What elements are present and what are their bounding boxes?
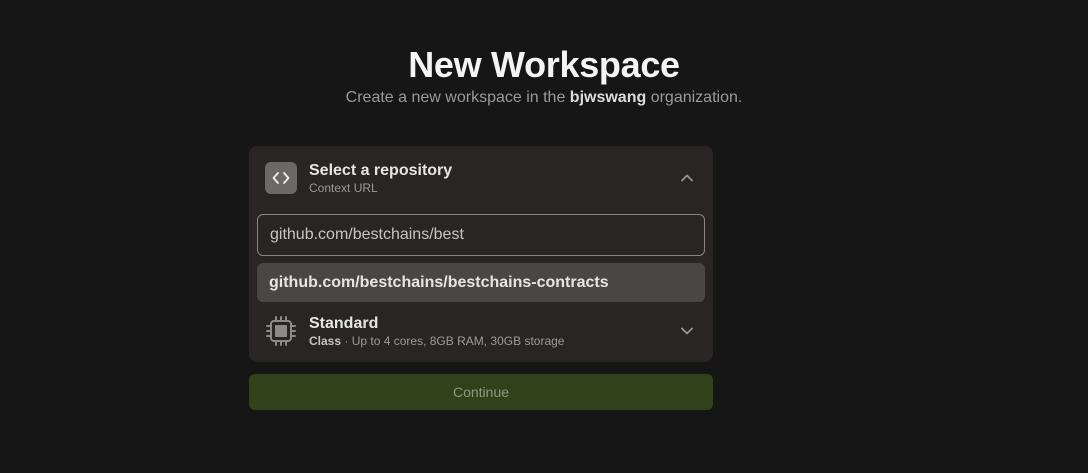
context-url-input[interactable] (257, 214, 705, 256)
repository-suggestion-item[interactable]: github.com/bestchains/bestchains-contrac… (257, 263, 705, 302)
page-title: New Workspace (408, 44, 680, 85)
repository-subtitle: Context URL (309, 180, 378, 195)
subtitle-suffix: organization. (646, 89, 743, 106)
workspace-class-label: Class (309, 333, 342, 348)
chevron-up-icon[interactable] (677, 168, 697, 188)
repository-selector-header[interactable]: Select a repository Context URL (265, 161, 697, 195)
workspace-class-description: Up to 4 cores, 8GB RAM, 30GB storage (351, 333, 565, 348)
workspace-class-text: Standard Class · Up to 4 cores, 8GB RAM,… (309, 314, 677, 349)
repository-text: Select a repository Context URL (309, 161, 677, 196)
organization-name: bjwswang (569, 89, 647, 106)
continue-button[interactable]: Continue (249, 374, 713, 410)
workspace-class-separator: · (341, 333, 352, 348)
new-workspace-page: New Workspace Create a new workspace in … (0, 0, 1088, 473)
chevron-down-icon[interactable] (677, 321, 697, 341)
cpu-icon (265, 315, 297, 347)
workspace-config-card: Select a repository Context URL github.c… (249, 146, 713, 362)
workspace-class-title: Standard (309, 314, 379, 332)
workspace-class-selector[interactable]: Standard Class · Up to 4 cores, 8GB RAM,… (265, 314, 697, 348)
workspace-class-subtitle: Class · Up to 4 cores, 8GB RAM, 30GB sto… (309, 334, 677, 349)
context-url-field (257, 214, 705, 256)
page-subtitle: Create a new workspace in the bjwswang o… (0, 89, 1088, 107)
subtitle-prefix: Create a new workspace in the (345, 89, 570, 106)
code-brackets-icon (265, 162, 297, 194)
repository-title: Select a repository (309, 161, 453, 179)
